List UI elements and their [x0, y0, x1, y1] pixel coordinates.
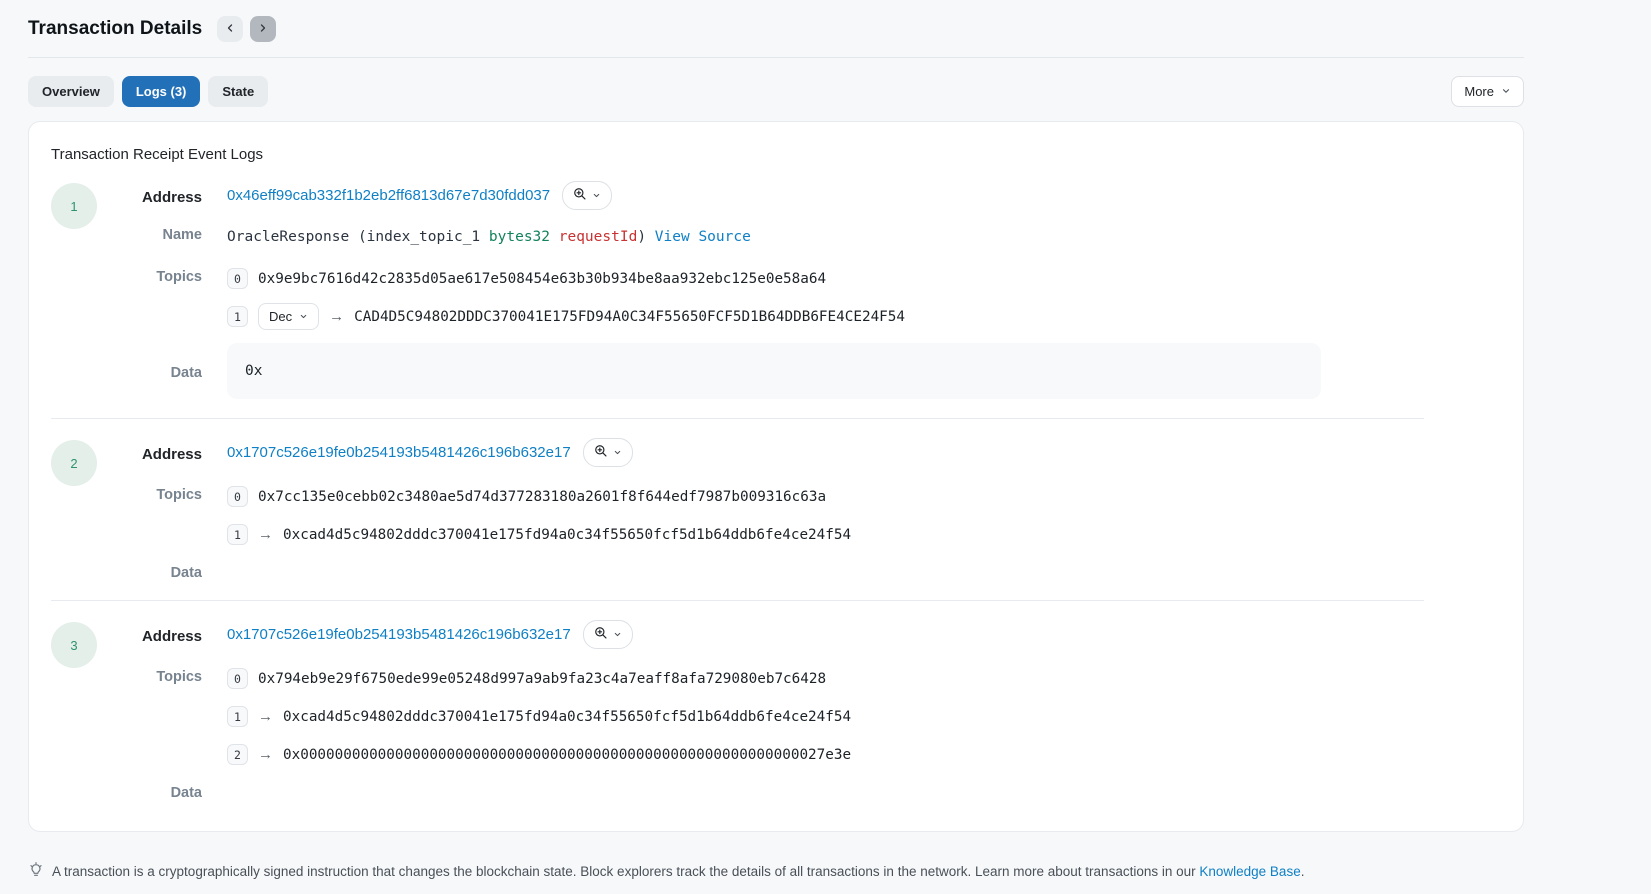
topic-decode-select[interactable]: Dec: [258, 303, 319, 330]
event-param-type: bytes32: [489, 229, 550, 245]
more-dropdown-button[interactable]: More: [1451, 76, 1524, 107]
log-index-badge: 3: [51, 622, 97, 668]
address-label: Address: [97, 442, 202, 463]
log-index-badge: 1: [51, 183, 97, 229]
data-label: Data: [97, 343, 202, 381]
topic-index-badge: 2: [227, 744, 248, 765]
log-entry-2: 2 Address 0x1707c526e19fe0b254193b548142…: [51, 438, 1523, 581]
event-signature-prefix: OracleResponse (index_topic_1: [227, 229, 489, 245]
address-row: Address 0x1707c526e19fe0b254193b5481426c…: [97, 620, 1523, 649]
previous-transaction-button[interactable]: [217, 16, 243, 42]
chevron-down-icon: [613, 445, 622, 460]
topic-index-badge: 1: [227, 706, 248, 727]
topic-index-badge: 0: [227, 668, 248, 689]
event-signature-suffix: ): [637, 229, 654, 245]
data-label: Data: [97, 561, 202, 581]
topic-value: 0xcad4d5c94802dddc370041e175fd94a0c34f55…: [283, 527, 851, 543]
tab-overview[interactable]: Overview: [28, 76, 114, 107]
data-row: Data: [97, 561, 1523, 581]
tab-bar: Overview Logs (3) State More: [28, 76, 1524, 107]
lightbulb-icon: [28, 862, 44, 881]
chevron-right-icon: [257, 22, 269, 37]
footer-period: .: [1301, 864, 1305, 879]
topics-label: Topics: [97, 483, 202, 503]
name-label: Name: [97, 223, 202, 243]
tab-logs[interactable]: Logs (3): [122, 76, 201, 107]
log-data-value: 0x: [227, 343, 1321, 399]
event-signature: OracleResponse (index_topic_1 bytes32 re…: [227, 223, 751, 249]
topics-label: Topics: [97, 665, 202, 685]
chevron-down-icon: [1501, 84, 1511, 99]
page-footer: A transaction is a cryptographically sig…: [28, 862, 1524, 881]
topic-line: 0 0x794eb9e29f6750ede99e05248d997a9ab9fa…: [227, 665, 851, 692]
footer-description: A transaction is a cryptographically sig…: [52, 864, 1199, 879]
topics-row: Topics 0 0x794eb9e29f6750ede99e05248d997…: [97, 665, 1523, 768]
view-source-link[interactable]: View Source: [655, 229, 751, 245]
topics-row: Topics 0 0x7cc135e0cebb02c3480ae5d74d377…: [97, 483, 1523, 548]
topic-decode-value: Dec: [269, 309, 292, 324]
magnifier-plus-icon: [594, 626, 608, 643]
topic-line: 2 → 0x0000000000000000000000000000000000…: [227, 741, 851, 768]
magnifier-plus-icon: [594, 444, 608, 461]
next-transaction-button[interactable]: [250, 16, 276, 42]
event-logs-card: Transaction Receipt Event Logs 1 Address…: [28, 121, 1524, 832]
topic-value: 0x7cc135e0cebb02c3480ae5d74d377283180a26…: [258, 489, 826, 505]
chevron-down-icon: [299, 309, 308, 324]
topic-value: 0x9e9bc7616d42c2835d05ae617e508454e63b30…: [258, 271, 826, 287]
data-label: Data: [97, 781, 202, 801]
log-index-badge: 2: [51, 440, 97, 486]
log-address-link[interactable]: 0x46eff99cab332f1b2eb2ff6813d67e7d30fdd0…: [227, 187, 550, 204]
topics-row: Topics 0 0x9e9bc7616d42c2835d05ae617e508…: [97, 265, 1523, 330]
address-row: Address 0x46eff99cab332f1b2eb2ff6813d67e…: [97, 181, 1523, 210]
topic-value: 0xcad4d5c94802dddc370041e175fd94a0c34f55…: [283, 709, 851, 725]
topic-line: 0 0x7cc135e0cebb02c3480ae5d74d377283180a…: [227, 483, 851, 510]
arrow-right-icon: →: [329, 308, 344, 325]
header-divider: [28, 57, 1524, 58]
topic-index-badge: 1: [227, 306, 248, 327]
log-entry-3: 3 Address 0x1707c526e19fe0b254193b548142…: [51, 620, 1523, 801]
topic-index-badge: 0: [227, 268, 248, 289]
arrow-right-icon: →: [258, 526, 273, 543]
tabs-group: Overview Logs (3) State: [28, 76, 268, 107]
topic-value: CAD4D5C94802DDDC370041E175FD94A0C34F5565…: [354, 309, 905, 325]
tab-state[interactable]: State: [208, 76, 268, 107]
topic-line: 1 → 0xcad4d5c94802dddc370041e175fd94a0c3…: [227, 703, 851, 730]
log-address-link[interactable]: 0x1707c526e19fe0b254193b5481426c196b632e…: [227, 626, 571, 643]
topic-index-badge: 0: [227, 486, 248, 507]
page-container: Transaction Details Overview Logs (3) St…: [28, 0, 1524, 881]
topic-value: 0x794eb9e29f6750ede99e05248d997a9ab9fa23…: [258, 671, 826, 687]
log-divider: [51, 418, 1424, 419]
page-title: Transaction Details: [28, 18, 202, 40]
topic-line: 1 → 0xcad4d5c94802dddc370041e175fd94a0c3…: [227, 521, 851, 548]
data-row: Data: [97, 781, 1523, 801]
more-dropdown-label: More: [1464, 84, 1494, 99]
page-header: Transaction Details: [28, 16, 1524, 42]
data-row: Data 0x: [97, 343, 1523, 399]
topic-line: 0 0x9e9bc7616d42c2835d05ae617e508454e63b…: [227, 265, 905, 292]
magnifier-plus-icon: [573, 187, 587, 204]
address-label: Address: [97, 624, 202, 645]
topic-index-badge: 1: [227, 524, 248, 545]
event-param-name: requestId: [550, 229, 637, 245]
address-zoom-dropdown-button[interactable]: [562, 181, 612, 210]
chevron-down-icon: [613, 627, 622, 642]
log-address-link[interactable]: 0x1707c526e19fe0b254193b5481426c196b632e…: [227, 444, 571, 461]
arrow-right-icon: →: [258, 746, 273, 763]
address-label: Address: [97, 185, 202, 206]
chevron-down-icon: [592, 188, 601, 203]
address-zoom-dropdown-button[interactable]: [583, 620, 633, 649]
topics-label: Topics: [97, 265, 202, 285]
address-zoom-dropdown-button[interactable]: [583, 438, 633, 467]
footer-text: A transaction is a cryptographically sig…: [52, 864, 1304, 879]
knowledge-base-link[interactable]: Knowledge Base: [1199, 864, 1300, 879]
address-row: Address 0x1707c526e19fe0b254193b5481426c…: [97, 438, 1523, 467]
arrow-right-icon: →: [258, 708, 273, 725]
log-divider: [51, 600, 1424, 601]
name-row: Name OracleResponse (index_topic_1 bytes…: [97, 223, 1523, 249]
topic-value: 0x00000000000000000000000000000000000000…: [283, 747, 851, 763]
chevron-left-icon: [224, 22, 236, 37]
topic-line: 1 Dec → CAD4D5C94802DDDC370041E175FD94A0…: [227, 303, 905, 330]
event-logs-card-title: Transaction Receipt Event Logs: [51, 146, 1523, 163]
log-entry-1: 1 Address 0x46eff99cab332f1b2eb2ff6813d6…: [51, 181, 1523, 399]
